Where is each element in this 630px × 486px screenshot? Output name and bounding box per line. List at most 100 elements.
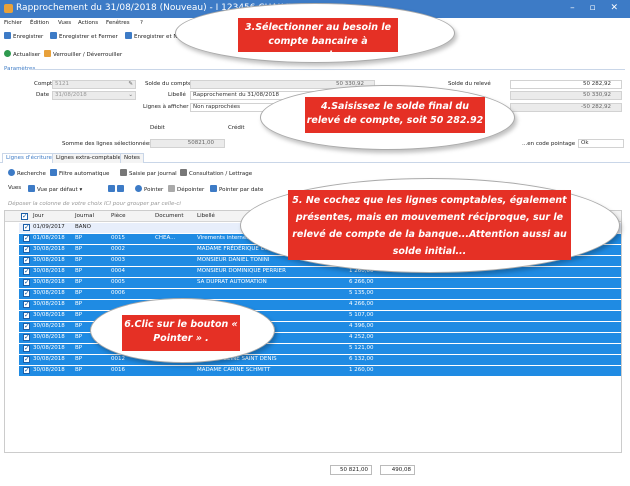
cell-journal: BANO <box>75 224 91 230</box>
cell-jour: 30/08/2018 <box>33 312 65 318</box>
consultation-icon <box>180 169 187 176</box>
select-all-checkbox[interactable] <box>21 212 28 220</box>
col-libelle[interactable]: Libellé <box>197 213 215 219</box>
cell-piece: 0005 <box>111 279 125 285</box>
total-debit: 50 821,00 <box>330 465 372 475</box>
cell-journal: BP <box>75 367 83 373</box>
refresh-button[interactable]: Actualiser <box>4 50 40 58</box>
cell-montant: 4 396,00 <box>349 323 374 329</box>
row-checkbox[interactable] <box>23 234 30 242</box>
pointer-button[interactable]: Pointer <box>135 185 163 193</box>
pencil-icon[interactable]: ✎ <box>128 81 133 88</box>
col-document[interactable]: Document <box>155 213 184 219</box>
cell-jour: 30/08/2018 <box>33 323 65 329</box>
vue-select[interactable]: Vue par défaut ▾ <box>28 185 82 193</box>
row-checkbox[interactable] <box>23 333 30 341</box>
row-checkbox[interactable] <box>23 289 30 297</box>
tab-lignes-extra[interactable]: Lignes extra-comptables <box>52 153 128 163</box>
cell-journal: BP <box>75 246 83 252</box>
consultation-button[interactable]: Consultation / Lettrage <box>180 169 252 177</box>
save-close-button[interactable]: Enregistrer et Fermer <box>50 32 118 40</box>
cell-journal: BP <box>75 290 83 296</box>
row-checkbox[interactable] <box>23 267 30 275</box>
cell-jour: 30/08/2018 <box>33 246 65 252</box>
cell-jour: 01/08/2018 <box>33 235 65 241</box>
row-checkbox[interactable] <box>23 344 30 352</box>
cell-jour: 30/08/2018 <box>33 301 65 307</box>
menu-fenetres[interactable]: Fenêtres <box>106 20 130 26</box>
row-checkbox[interactable] <box>23 300 30 308</box>
menu-edition[interactable]: Édition <box>30 20 49 26</box>
table-row[interactable]: 30/08/2018 BP 0016 MADAME CARINE SCHMITT 1 2… <box>19 366 621 376</box>
date-field[interactable]: 31/08/2018 ⌄ <box>52 91 136 100</box>
recherche-button[interactable]: Recherche <box>8 169 46 177</box>
filtre-button[interactable]: Filtre automatique <box>50 169 109 177</box>
cell-jour: 30/08/2018 <box>33 268 65 274</box>
code-field: Ok <box>578 139 624 148</box>
saisie-button[interactable]: Saisie par journal <box>120 169 177 177</box>
cell-journal: BP <box>75 279 83 285</box>
menu-fichier[interactable]: Fichier <box>4 20 22 26</box>
row-checkbox[interactable] <box>23 366 30 374</box>
depointer-button[interactable]: Dépointer <box>168 185 204 193</box>
table-row[interactable]: 30/08/2018 BP 4 266,00 <box>19 300 621 310</box>
cell-libelle: MONSIEUR DANIEL TONINI <box>197 257 270 263</box>
row-checkbox[interactable] <box>23 245 30 253</box>
solde-side-2: -50 282,92 <box>510 103 622 112</box>
save-button[interactable]: Enregistrer <box>4 32 43 40</box>
cell-journal: BP <box>75 312 83 318</box>
chevron-down-icon[interactable]: ⌄ <box>128 92 133 99</box>
cell-piece: 0002 <box>111 246 125 252</box>
cell-montant: 1 260,00 <box>349 367 374 373</box>
menu-vues[interactable]: Vues <box>58 20 71 26</box>
col-jour[interactable]: Jour <box>33 213 44 219</box>
cell-libelle: Virements internes <box>197 235 250 241</box>
view-icon <box>28 185 35 192</box>
callout-6: 6.Clic sur le bouton « Pointer » . <box>122 315 240 351</box>
calendar-icon <box>210 185 217 192</box>
menu-actions[interactable]: Actions <box>78 20 98 26</box>
solde-compte-label: Solde du compte <box>145 81 192 87</box>
tab-notes[interactable]: Notes <box>120 153 144 163</box>
tab-lignes-ecriture[interactable]: Lignes d'écriture <box>2 153 56 163</box>
col-piece[interactable]: Pièce <box>111 213 126 219</box>
cell-libelle: MADAME CARINE SCHMITT <box>197 367 271 373</box>
cell-jour: 01/09/2017 <box>33 224 65 230</box>
cell-journal: BP <box>75 323 83 329</box>
row-checkbox[interactable] <box>23 311 30 319</box>
cell-montant: 6 266,00 <box>349 279 374 285</box>
menu-help[interactable]: ? <box>140 20 143 26</box>
row-checkbox[interactable] <box>23 322 30 330</box>
save-icon <box>4 32 11 39</box>
callout-4: 4.Saisissez le solde final du relevé de … <box>305 97 485 133</box>
code-label: ...en code pointage <box>522 141 576 147</box>
table-row[interactable]: 30/08/2018 BP 0006 5 135,00 <box>19 289 621 299</box>
journal-icon <box>120 169 127 176</box>
row-checkbox[interactable] <box>23 256 30 264</box>
cell-piece: 0006 <box>111 290 125 296</box>
pointer-icon <box>135 185 142 192</box>
table-row[interactable]: 30/08/2018 BP 0005 SA DUPRAT AUTOMATION 6 26… <box>19 278 621 288</box>
search-icon <box>8 169 15 176</box>
row-checkbox[interactable] <box>23 278 30 286</box>
grid-icon-1[interactable] <box>108 185 126 193</box>
cell-montant: 4 266,00 <box>349 301 374 307</box>
pointer-date-button[interactable]: Pointer par date <box>210 185 263 193</box>
col-journal[interactable]: Journal <box>75 213 94 219</box>
row-checkbox[interactable] <box>23 223 30 231</box>
compte-field[interactable]: 5121 ✎ <box>52 80 136 89</box>
row-checkbox[interactable] <box>23 355 30 363</box>
table-row[interactable]: 30/08/2018 BP 0004 MONSIEUR DOMINIQUE PERRI… <box>19 267 621 277</box>
somme-debit-field: 50821,00 <box>150 139 225 148</box>
solde-releve-field[interactable]: 50 282,92 <box>510 80 622 89</box>
cell-jour: 30/08/2018 <box>33 367 65 373</box>
params-divider <box>30 69 625 70</box>
table-row[interactable]: 30/08/2018BP0012CPAM DE SEINE SAINT DENI… <box>19 355 621 365</box>
lock-button[interactable]: Verrouiller / Déverrouiller <box>44 50 122 58</box>
save-new-icon <box>125 32 132 39</box>
window-controls[interactable]: – ▫ ✕ <box>570 3 624 13</box>
cell-montant: 6 132,00 <box>349 356 374 362</box>
somme-label: Somme des lignes sélectionnées <box>62 141 153 147</box>
solde-releve-label: Solde du relevé <box>448 81 491 87</box>
credit-label: Crédit <box>228 125 245 131</box>
